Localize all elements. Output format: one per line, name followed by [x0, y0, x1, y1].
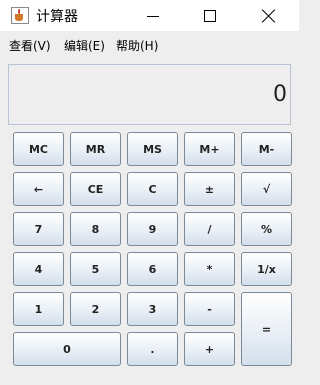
decimal-button[interactable]: .	[127, 332, 178, 366]
sqrt-button[interactable]: √	[241, 172, 292, 206]
c-button[interactable]: C	[127, 172, 178, 206]
mr-button[interactable]: MR	[70, 132, 121, 166]
ce-button[interactable]: CE	[70, 172, 121, 206]
zero-button[interactable]: 0	[13, 332, 121, 366]
six-button[interactable]: 6	[127, 252, 178, 286]
three-button[interactable]: 3	[127, 292, 178, 326]
five-button[interactable]: 5	[70, 252, 121, 286]
calculator-display: 0	[8, 64, 291, 125]
plus-minus-button[interactable]: ±	[184, 172, 235, 206]
reciprocal-button[interactable]: 1/x	[241, 252, 292, 286]
menu-help[interactable]: 帮助(H)	[116, 37, 158, 54]
four-button[interactable]: 4	[13, 252, 64, 286]
java-icon[interactable]	[11, 7, 29, 24]
seven-button[interactable]: 7	[13, 212, 64, 246]
title-bar: 计算器	[0, 0, 299, 31]
one-button[interactable]: 1	[13, 292, 64, 326]
minus-button[interactable]: -	[184, 292, 235, 326]
two-button[interactable]: 2	[70, 292, 121, 326]
menu-view[interactable]: 查看(V)	[9, 37, 51, 54]
backspace-button[interactable]: ←	[13, 172, 64, 206]
maximize-icon	[204, 9, 216, 22]
display-value: 0	[273, 82, 287, 107]
equals-button[interactable]: =	[241, 292, 292, 366]
window-title: 计算器	[36, 9, 78, 25]
minimize-icon	[147, 16, 159, 17]
eight-button[interactable]: 8	[70, 212, 121, 246]
menu-edit[interactable]: 编辑(E)	[64, 37, 105, 54]
multiply-button[interactable]: *	[184, 252, 235, 286]
m-plus-button[interactable]: M+	[184, 132, 235, 166]
mc-button[interactable]: MC	[13, 132, 64, 166]
m-minus-button[interactable]: M-	[241, 132, 292, 166]
minimize-button[interactable]	[130, 0, 176, 31]
percent-button[interactable]: %	[241, 212, 292, 246]
divide-button[interactable]: /	[184, 212, 235, 246]
ms-button[interactable]: MS	[127, 132, 178, 166]
maximize-button[interactable]	[187, 0, 233, 31]
plus-button[interactable]: +	[184, 332, 235, 366]
close-button[interactable]	[246, 0, 292, 31]
close-icon	[262, 9, 276, 23]
menu-bar: 查看(V) 编辑(E) 帮助(H)	[0, 31, 299, 56]
nine-button[interactable]: 9	[127, 212, 178, 246]
